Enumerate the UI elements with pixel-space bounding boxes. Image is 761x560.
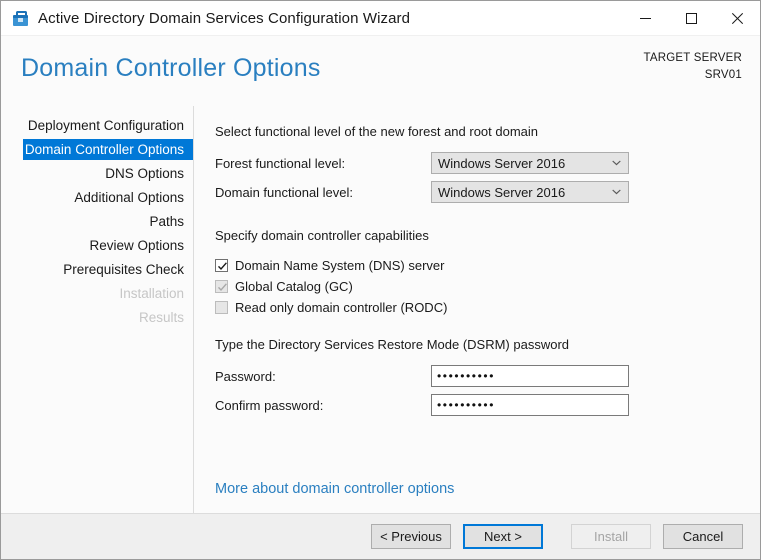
confirm-password-row: Confirm password: •••••••••• [215,394,760,416]
server-toolbox-icon [12,10,29,27]
install-button: Install [571,524,651,549]
window-controls [622,1,760,35]
capability-label-global-catalog: Global Catalog (GC) [235,279,353,294]
chevron-down-icon [612,160,621,166]
cancel-button[interactable]: Cancel [663,524,743,549]
forest-functional-level-row: Forest functional level: Windows Server … [215,152,760,174]
previous-button[interactable]: < Previous [371,524,451,549]
capability-row-dns-server: Domain Name System (DNS) server [215,256,760,275]
close-icon[interactable] [714,1,760,35]
wizard-steps-sidebar: Deployment Configuration Domain Controll… [1,106,194,513]
forest-functional-level-select[interactable]: Windows Server 2016 [431,152,629,174]
content-panel: Select functional level of the new fores… [194,106,760,513]
dsrm-section-label: Type the Directory Services Restore Mode… [215,337,570,352]
target-server-label: TARGET SERVER [643,52,742,64]
confirm-password-label: Confirm password: [215,397,324,413]
sidebar-item-deployment-configuration[interactable]: Deployment Configuration [23,115,193,136]
capabilities-section-label: Specify domain controller capabilities [215,228,429,243]
domain-functional-level-select[interactable]: Windows Server 2016 [431,181,629,203]
next-button[interactable]: Next > [463,524,543,549]
confirm-password-input[interactable]: •••••••••• [431,394,629,416]
password-value: •••••••••• [437,369,496,383]
sidebar-item-dns-options[interactable]: DNS Options [23,163,193,184]
minimize-icon[interactable] [622,1,668,35]
capability-row-rodc: Read only domain controller (RODC) [215,298,760,317]
password-label: Password: [215,368,276,384]
capability-row-global-catalog: Global Catalog (GC) [215,277,760,296]
page-header: Domain Controller Options TARGET SERVER … [1,36,760,106]
more-about-link[interactable]: More about domain controller options [215,481,454,497]
page-title: Domain Controller Options [21,54,321,82]
domain-functional-level-value: Windows Server 2016 [438,184,566,200]
window-title: Active Directory Domain Services Configu… [38,9,411,27]
sidebar-item-review-options[interactable]: Review Options [23,235,193,256]
domain-functional-level-label: Domain functional level: [215,184,354,200]
password-row: Password: •••••••••• [215,365,760,387]
title-bar: Active Directory Domain Services Configu… [1,1,760,36]
sidebar-item-prerequisites-check[interactable]: Prerequisites Check [23,259,193,280]
capability-label-rodc: Read only domain controller (RODC) [235,300,448,315]
maximize-icon[interactable] [668,1,714,35]
checkbox-rodc [215,301,228,314]
sidebar-item-installation: Installation [119,286,184,301]
password-input[interactable]: •••••••••• [431,365,629,387]
footer-button-bar: < Previous Next > Install Cancel [1,513,760,559]
target-server: TARGET SERVER SRV01 [644,50,742,83]
forest-functional-level-label: Forest functional level: [215,155,346,171]
wizard-window: Active Directory Domain Services Configu… [0,0,761,560]
checkbox-dns-server[interactable] [215,259,228,272]
sidebar-item-results: Results [138,310,184,325]
domain-functional-level-row: Domain functional level: Windows Server … [215,181,760,203]
sidebar-item-domain-controller-options[interactable]: Domain Controller Options [23,139,193,160]
checkbox-global-catalog [215,280,228,293]
forest-functional-level-value: Windows Server 2016 [438,155,566,171]
target-server-name: SRV01 [704,68,742,81]
body-area: Deployment Configuration Domain Controll… [1,106,760,513]
chevron-down-icon [612,189,621,195]
capability-label-dns-server: Domain Name System (DNS) server [235,258,445,273]
sidebar-item-paths[interactable]: Paths [23,211,193,232]
sidebar-item-additional-options[interactable]: Additional Options [23,187,193,208]
functional-level-section-label: Select functional level of the new fores… [215,124,539,139]
confirm-password-value: •••••••••• [437,398,496,412]
